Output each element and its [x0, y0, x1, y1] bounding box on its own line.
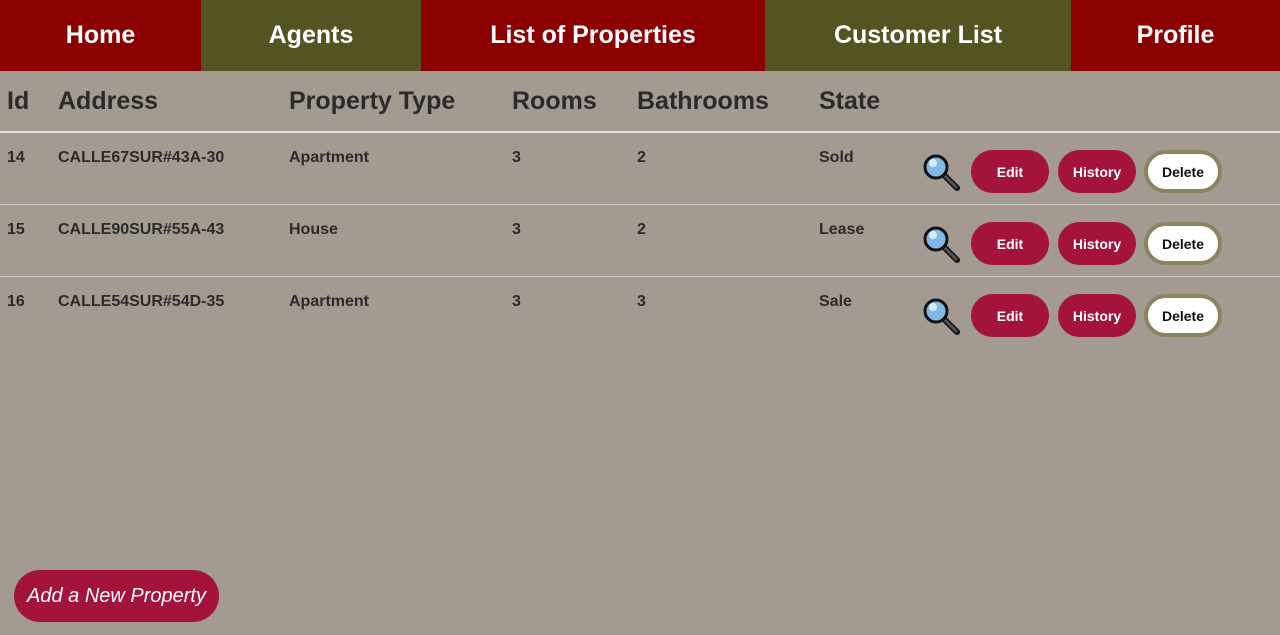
delete-button[interactable]: Delete	[1144, 294, 1222, 337]
cell-state: Sale	[819, 293, 852, 310]
nav-agents[interactable]: Agents	[201, 0, 421, 71]
cell-bathrooms: 2	[637, 149, 646, 166]
header-bathrooms: Bathrooms	[637, 87, 769, 115]
header-property-type: Property Type	[289, 87, 456, 115]
cell-id: 14	[7, 149, 25, 166]
nav-list-of-properties[interactable]: List of Properties	[421, 0, 765, 71]
cell-id: 15	[7, 221, 25, 238]
table-header: Id Address Property Type Rooms Bathrooms…	[0, 71, 1280, 133]
cell-property-type: Apartment	[289, 293, 370, 310]
magnifying-glass-icon[interactable]	[922, 297, 960, 335]
magnifying-glass-icon[interactable]	[922, 225, 960, 263]
main-nav: Home Agents List of Properties Customer …	[0, 0, 1280, 71]
cell-property-type: Apartment	[289, 149, 370, 166]
table-row: 16 CALLE54SUR#54D-35 Apartment 3 3 Sale …	[0, 277, 1280, 348]
nav-profile[interactable]: Profile	[1071, 0, 1280, 71]
add-new-property-button[interactable]: Add a New Property	[14, 570, 219, 622]
history-button[interactable]: History	[1058, 294, 1136, 337]
cell-rooms: 3	[512, 221, 521, 238]
delete-button[interactable]: Delete	[1144, 150, 1222, 193]
header-address: Address	[58, 87, 159, 115]
nav-customer-list[interactable]: Customer List	[765, 0, 1071, 71]
properties-table: Id Address Property Type Rooms Bathrooms…	[0, 71, 1280, 348]
cell-bathrooms: 3	[637, 293, 646, 310]
history-button[interactable]: History	[1058, 150, 1136, 193]
table-row: 15 CALLE90SUR#55A-43 House 3 2 Lease Edi…	[0, 205, 1280, 277]
nav-home[interactable]: Home	[0, 0, 201, 71]
history-button[interactable]: History	[1058, 222, 1136, 265]
header-rooms: Rooms	[512, 87, 597, 115]
row-actions: Edit History Delete	[922, 293, 1222, 338]
cell-address: CALLE67SUR#43A-30	[58, 149, 225, 166]
cell-address: CALLE90SUR#55A-43	[58, 221, 225, 238]
magnifying-glass-icon[interactable]	[922, 153, 960, 191]
edit-button[interactable]: Edit	[971, 294, 1049, 337]
edit-button[interactable]: Edit	[971, 222, 1049, 265]
cell-state: Sold	[819, 149, 854, 166]
cell-id: 16	[7, 293, 25, 310]
cell-address: CALLE54SUR#54D-35	[58, 293, 225, 310]
table-row: 14 CALLE67SUR#43A-30 Apartment 3 2 Sold …	[0, 133, 1280, 205]
header-id: Id	[7, 87, 30, 115]
delete-button[interactable]: Delete	[1144, 222, 1222, 265]
cell-property-type: House	[289, 221, 338, 238]
header-state: State	[819, 87, 881, 115]
row-actions: Edit History Delete	[922, 149, 1222, 194]
cell-rooms: 3	[512, 149, 521, 166]
cell-state: Lease	[819, 221, 865, 238]
row-actions: Edit History Delete	[922, 221, 1222, 266]
cell-bathrooms: 2	[637, 221, 646, 238]
cell-rooms: 3	[512, 293, 521, 310]
edit-button[interactable]: Edit	[971, 150, 1049, 193]
